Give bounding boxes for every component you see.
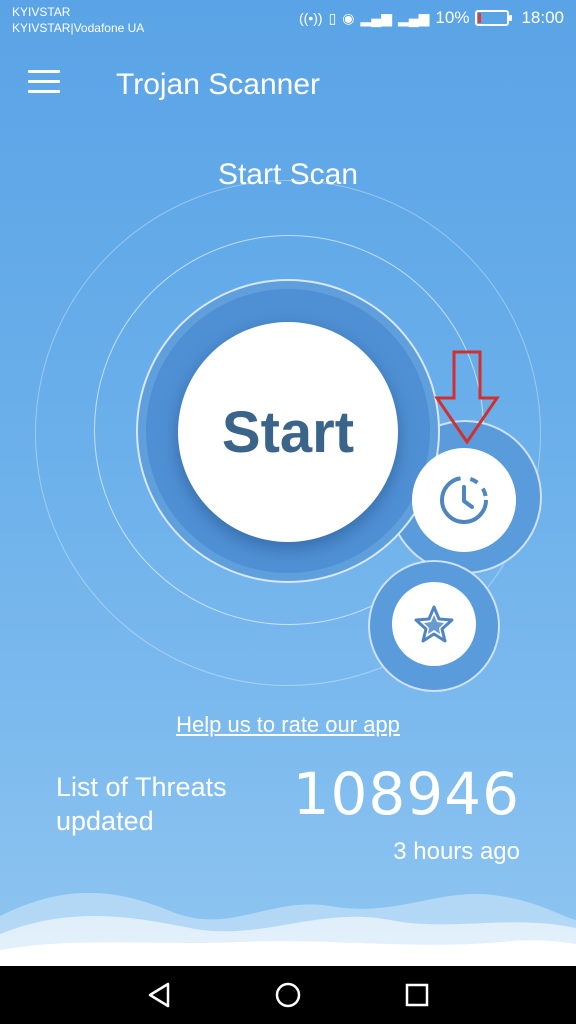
threats-count: 108946 [292,760,520,828]
threats-label-line-2: updated [56,806,154,836]
signal-icon: ▂▄▆ [360,9,392,26]
back-icon[interactable] [144,980,174,1010]
app-bar: Trojan Scanner [0,40,576,130]
threats-updated-time: 3 hours ago [393,838,520,865]
carrier-line-2: KYIVSTAR|Vodafone UA [12,21,145,35]
recents-icon[interactable] [402,980,432,1010]
start-scan-button[interactable]: Start [178,322,398,542]
annotation-arrow [434,350,500,445]
app-title: Trojan Scanner [116,68,320,101]
app-screen: KYIVSTAR KYIVSTAR|Vodafone UA ((•)) ▯ ◉ … [0,0,576,966]
start-label: Start [221,399,355,465]
wave-decoration [0,892,576,966]
status-bar: KYIVSTAR KYIVSTAR|Vodafone UA ((•)) ▯ ◉ … [0,0,576,40]
eye-icon: ◉ [342,9,355,26]
threats-label-line-1: List of Threats [56,772,227,802]
battery-level [478,13,482,23]
star-icon [414,605,454,643]
threats-list-label: List of Threats updated [56,770,227,838]
clock-icon [440,476,488,524]
home-icon[interactable] [273,980,303,1010]
hotspot-icon: ((•)) [299,10,323,26]
favorite-button[interactable] [392,582,476,666]
status-icons: ((•)) ▯ ◉ ▂▄▆ ▂▄▆ 10% 18:00 [299,8,564,28]
menu-button[interactable] [28,70,60,96]
hamburger-icon [28,70,60,73]
clock: 18:00 [521,8,564,27]
battery-icon [475,10,513,26]
system-nav-bar [0,966,576,1024]
carrier-info: KYIVSTAR KYIVSTAR|Vodafone UA [12,4,144,36]
signal-2g-icon: ▂▄▆ [397,9,430,26]
rate-app-link[interactable]: Help us to rate our app [0,712,576,738]
vibrate-icon: ▯ [328,9,337,26]
battery-percent: 10% [435,8,470,27]
scan-history-button[interactable] [412,448,516,552]
carrier-line-1: KYIVSTAR [12,5,71,19]
